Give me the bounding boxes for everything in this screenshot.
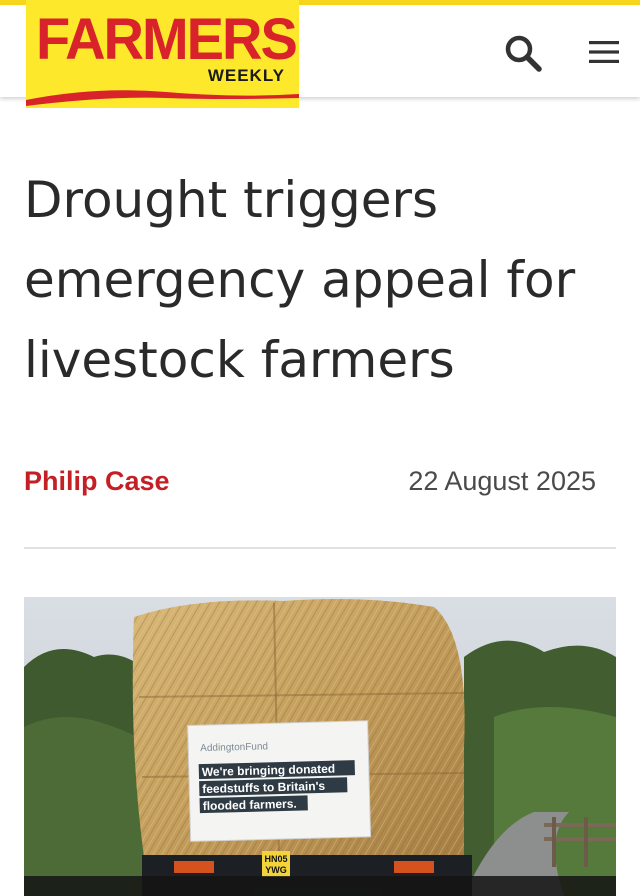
number-plate-bottom: YWG <box>265 865 287 875</box>
hero-image: HN05 YWG AddingtonFund We're bringing do… <box>24 597 616 896</box>
site-logo[interactable]: FARMERS WEEKLY <box>26 0 299 108</box>
logo-wordmark: FARMERS <box>36 5 298 72</box>
hamburger-menu-icon <box>589 41 619 63</box>
logo-subtitle: WEEKLY <box>207 66 285 85</box>
article-headline: Drought triggers emergency appeal for li… <box>24 171 576 389</box>
number-plate-top: HN05 <box>264 854 287 864</box>
banner-line-3: flooded farmers. <box>203 797 297 813</box>
publish-date: 22 August 2025 <box>408 466 596 496</box>
appeal-banner: AddingtonFund We're bringing donated fee… <box>187 720 372 842</box>
logo-swoosh <box>26 90 299 106</box>
search-button[interactable] <box>500 30 546 76</box>
image-caption-bar <box>24 876 616 896</box>
menu-button[interactable] <box>582 30 626 74</box>
banner-brand: AddingtonFund <box>200 741 268 754</box>
divider <box>24 547 616 549</box>
author-link[interactable]: Philip Case <box>24 466 170 497</box>
search-icon <box>505 35 542 72</box>
